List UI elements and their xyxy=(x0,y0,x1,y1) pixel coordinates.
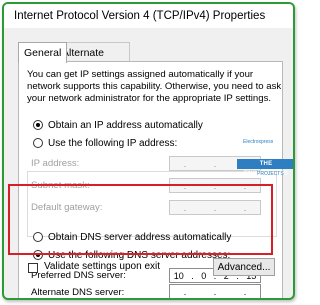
tab-general[interactable]: General xyxy=(18,42,68,63)
window-title: Internet Protocol Version 4 (TCP/IPv4) P… xyxy=(4,4,293,28)
obtain-ip-auto-option[interactable]: Obtain an IP address automatically xyxy=(33,118,203,132)
alternate-dns-input[interactable]: . . . xyxy=(169,284,261,298)
watermark-brand: THE ENGINEERING xyxy=(237,159,293,177)
alternate-dns-label: Alternate DNS server: xyxy=(31,287,125,298)
watermark-logo: Electroxpress THE ENGINEERING PROJECTS xyxy=(237,139,293,189)
ip-dot: . xyxy=(213,286,217,297)
ip-octet: 10 xyxy=(173,270,184,281)
ip-dot: . xyxy=(183,286,187,297)
dns-highlight-box xyxy=(8,184,273,255)
radio-unselected-icon[interactable] xyxy=(33,138,43,148)
ip-octet: 0 xyxy=(201,270,207,281)
obtain-ip-auto-label: Obtain an IP address automatically xyxy=(48,119,203,131)
ip-dot: . xyxy=(183,158,187,169)
validate-checkbox[interactable] xyxy=(28,263,38,273)
watermark-sub: PROJECTS xyxy=(257,171,284,177)
advanced-button[interactable]: Advanced... xyxy=(213,258,275,276)
ip-dot: . xyxy=(213,158,217,169)
use-following-ip-label: Use the following IP address: xyxy=(48,137,178,149)
ip-dot: . xyxy=(191,270,194,281)
ip-address-label: IP address: xyxy=(31,158,80,169)
validate-label: Validate settings upon exit xyxy=(44,261,161,272)
ip-dot: . xyxy=(243,286,247,297)
radio-selected-icon[interactable] xyxy=(33,120,43,130)
intro-text: You can get IP settings assigned automat… xyxy=(27,69,282,104)
dialog-window: Internet Protocol Version 4 (TCP/IPv4) P… xyxy=(2,2,295,300)
use-following-ip-option[interactable]: Use the following IP address: xyxy=(33,136,177,150)
watermark-top-text: Electroxpress xyxy=(243,139,274,145)
